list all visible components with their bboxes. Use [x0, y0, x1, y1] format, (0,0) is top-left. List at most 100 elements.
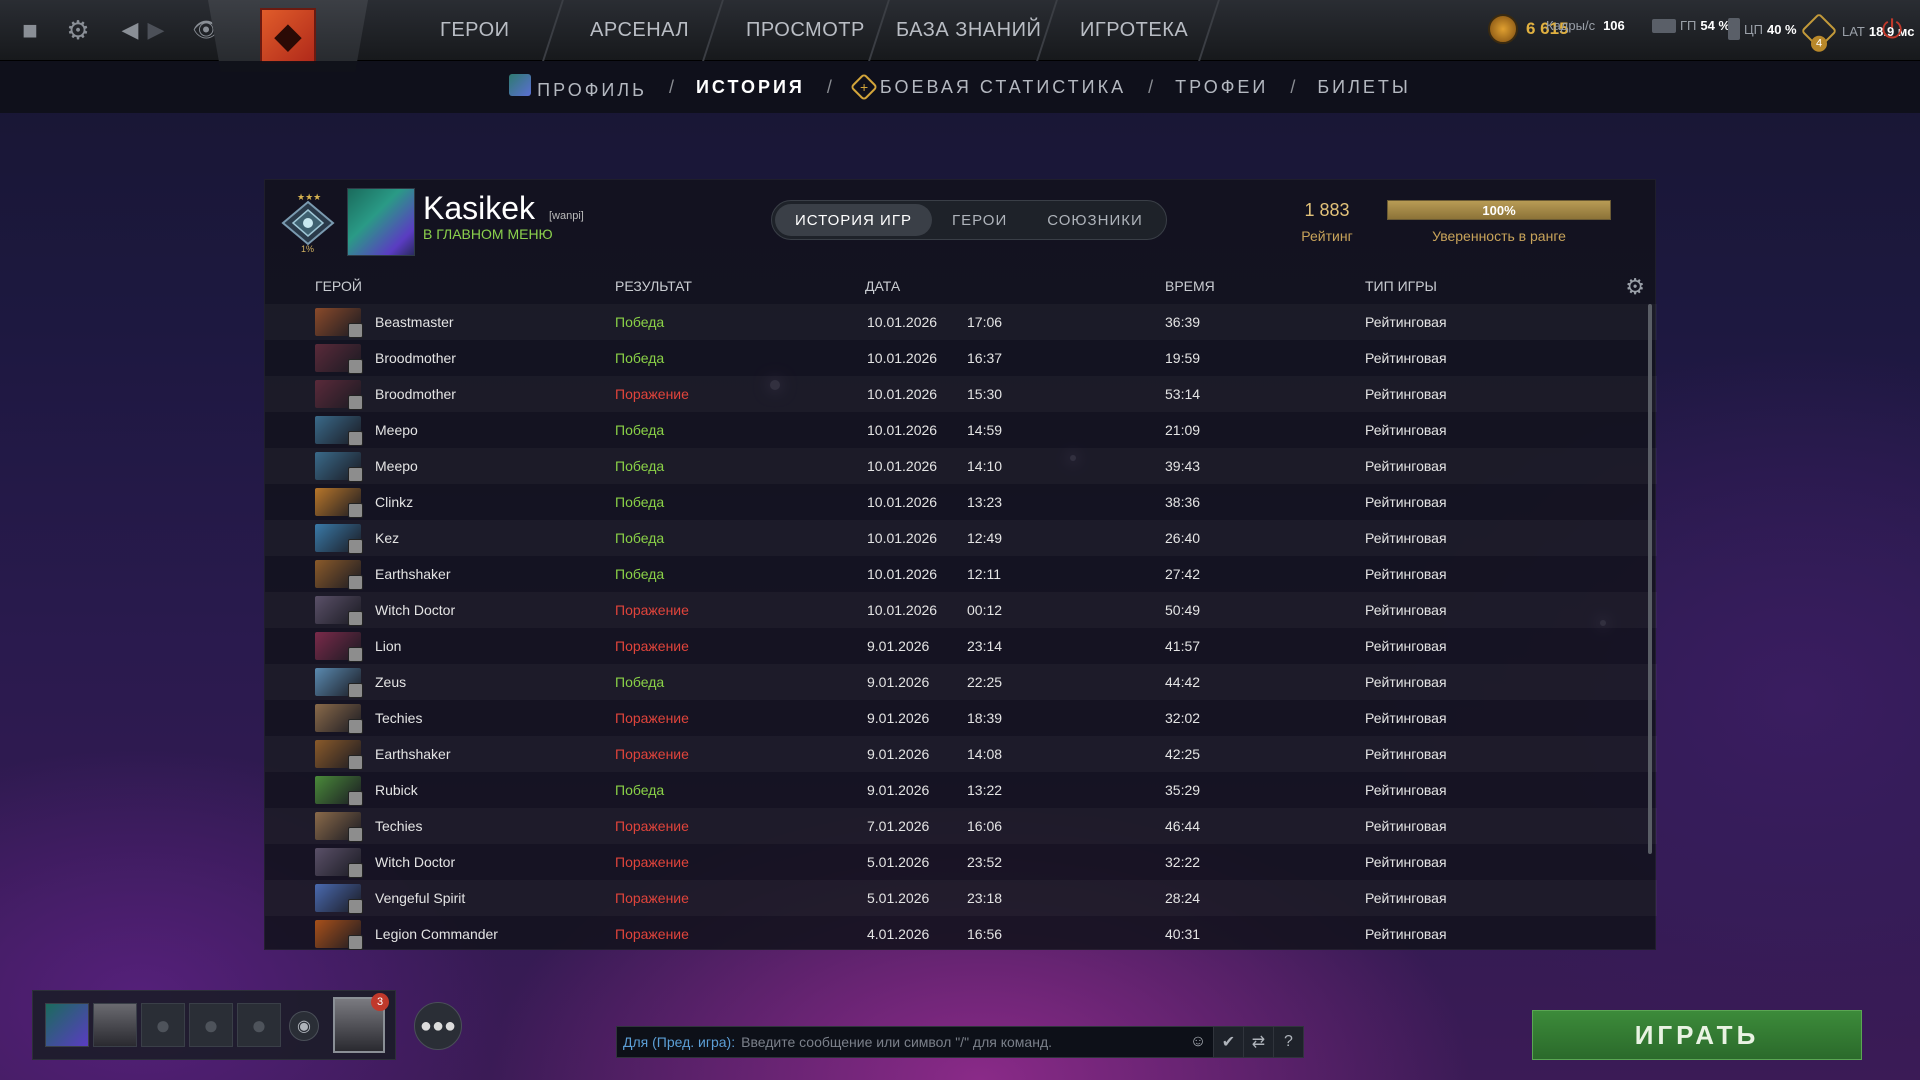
badge-shield-icon[interactable]: 4 — [1800, 12, 1838, 52]
friends-button[interactable]: ●●● — [414, 1002, 462, 1050]
subnav-profile-label: ПРОФИЛЬ — [537, 79, 647, 100]
nav-divider — [702, 0, 724, 61]
dota-logo-icon: ◆ — [260, 8, 316, 64]
party-invite-slot[interactable]: ● — [189, 1003, 233, 1047]
hero-name: Earthshaker — [375, 566, 451, 582]
friends-group-icon: ●●● — [419, 1014, 457, 1037]
badge-count: 4 — [1811, 35, 1827, 52]
nav-arsenal[interactable]: АРСЕНАЛ — [590, 0, 689, 61]
subnav-battle-stats[interactable]: + БОЕВАЯ СТАТИСТИКА — [849, 72, 1126, 102]
voice-headset-icon[interactable]: ◉ — [289, 1011, 319, 1041]
match-result: Победа — [615, 566, 665, 582]
coach-avatar[interactable]: 3 — [333, 993, 389, 1053]
table-row[interactable]: Techies Поражение 9.01.2026 18:39 32:02 Рейти… — [265, 700, 1657, 736]
hero-name: Lion — [375, 638, 402, 654]
tab-heroes[interactable]: ГЕРОИ — [932, 204, 1027, 236]
match-result: Победа — [615, 782, 665, 798]
header-date[interactable]: ДАТА — [865, 278, 900, 294]
subnav-history[interactable]: ИСТОРИЯ — [696, 77, 805, 98]
party-invite-slot[interactable]: ● — [237, 1003, 281, 1047]
table-row[interactable]: Legion Commander Поражение 4.01.2026 16:56 4… — [265, 916, 1657, 952]
nav-arcade[interactable]: ИГРОТЕКА — [1080, 0, 1188, 61]
match-date: 7.01.2026 — [867, 818, 930, 834]
chat-input[interactable]: Введите сообщение или символ "/" для ком… — [741, 1034, 1183, 1050]
shards-coin-icon — [1488, 14, 1518, 44]
role-badge-icon — [348, 611, 363, 626]
hero-name: Zeus — [375, 674, 407, 690]
play-button[interactable]: ИГРАТЬ — [1532, 1010, 1862, 1060]
table-row[interactable]: Meepo Победа 10.01.2026 14:59 21:09 Рейтингов… — [265, 412, 1657, 448]
match-duration: 50:49 — [1165, 602, 1201, 618]
table-row[interactable]: Earthshaker Поражение 9.01.2026 14:08 42:25 Р… — [265, 736, 1657, 772]
rank-confidence-value: 100% — [1482, 202, 1516, 218]
power-icon[interactable]: ⏻ — [1874, 12, 1910, 48]
table-row[interactable]: Broodmother Поражение 10.01.2026 15:30 53:14… — [265, 376, 1657, 412]
chat-translate-icon[interactable]: ⇄ — [1243, 1027, 1273, 1057]
table-row[interactable]: Zeus Победа 9.01.2026 22:25 44:42 Рейтинговая — [265, 664, 1657, 700]
emoji-icon[interactable]: ☺ — [1183, 1027, 1213, 1057]
subnav-trophies[interactable]: ТРОФЕИ — [1175, 77, 1268, 98]
hero-name: Kez — [375, 530, 400, 546]
party-self-avatar[interactable] — [45, 1003, 89, 1047]
role-badge-icon — [348, 755, 363, 770]
match-date: 10.01.2026 — [867, 386, 938, 402]
match-result: Поражение — [615, 818, 689, 834]
party-member-avatar[interactable] — [93, 1003, 137, 1047]
nav-watch[interactable]: ПРОСМОТР — [746, 0, 865, 61]
tab-match-history[interactable]: ИСТОРИЯ ИГР — [775, 204, 932, 236]
subnav-profile[interactable]: ПРОФИЛЬ — [509, 73, 647, 101]
match-start-time: 13:23 — [967, 494, 1003, 510]
match-duration: 32:02 — [1165, 710, 1201, 726]
nav-knowledge-base[interactable]: БАЗА ЗНАНИЙ — [896, 0, 1041, 61]
table-row[interactable]: Lion Поражение 9.01.2026 23:14 41:57 Рейтинго… — [265, 628, 1657, 664]
profile-hero-avatar[interactable] — [347, 188, 415, 256]
table-row[interactable]: Vengeful Spirit Поражение 5.01.2026 23:18 28… — [265, 880, 1657, 916]
table-row[interactable]: Rubick Победа 9.01.2026 13:22 35:29 Рейтингов… — [265, 772, 1657, 808]
table-row[interactable]: Techies Поражение 7.01.2026 16:06 46:44 Рейти… — [265, 808, 1657, 844]
subnav-separator: / — [668, 76, 674, 97]
match-list-scrollbar[interactable] — [1648, 304, 1652, 854]
table-row[interactable]: Meepo Победа 10.01.2026 14:10 39:43 Рейтингов… — [265, 448, 1657, 484]
hero-name: Techies — [375, 710, 423, 726]
match-date: 10.01.2026 — [867, 458, 938, 474]
chat-send-check-icon[interactable]: ✔ — [1213, 1027, 1243, 1057]
tab-allies[interactable]: СОЮЗНИКИ — [1027, 204, 1163, 236]
forward-arrow-icon[interactable]: ▶ — [138, 12, 174, 48]
dota-menu-icon[interactable]: ■ — [12, 12, 48, 48]
hero-portrait-icon — [315, 704, 363, 734]
table-row[interactable]: Broodmother Победа 10.01.2026 16:37 19:59 Рей… — [265, 340, 1657, 376]
user-team-tag: [wanpi] — [549, 210, 584, 222]
match-duration: 35:29 — [1165, 782, 1201, 798]
header-duration[interactable]: ВРЕМЯ — [1165, 278, 1215, 294]
table-row[interactable]: Kez Победа 10.01.2026 12:49 26:40 Рейтинговая — [265, 520, 1657, 556]
match-start-time: 14:59 — [967, 422, 1003, 438]
match-start-time: 23:18 — [967, 890, 1003, 906]
table-row[interactable]: Witch Doctor Поражение 10.01.2026 00:12 50:4… — [265, 592, 1657, 628]
header-game-type[interactable]: ТИП ИГРЫ — [1365, 278, 1437, 294]
chat-help-icon[interactable]: ? — [1273, 1027, 1303, 1057]
nav-divider — [868, 0, 890, 61]
match-game-type: Рейтинговая — [1365, 926, 1447, 942]
table-row[interactable]: Earthshaker Победа 10.01.2026 12:11 27:42 Рей… — [265, 556, 1657, 592]
match-duration: 21:09 — [1165, 422, 1201, 438]
table-row[interactable]: Beastmaster Победа 10.01.2026 17:06 36:39 Рей… — [265, 304, 1657, 340]
hero-portrait-icon — [315, 596, 363, 626]
table-row[interactable]: Witch Doctor Поражение 5.01.2026 23:52 32:22… — [265, 844, 1657, 880]
match-game-type: Рейтинговая — [1365, 602, 1447, 618]
header-hero[interactable]: ГЕРОЙ — [315, 278, 362, 294]
cpu-icon — [1728, 18, 1740, 40]
match-result: Победа — [615, 494, 665, 510]
table-row[interactable]: Clinkz Победа 10.01.2026 13:23 38:36 Рейтинго… — [265, 484, 1657, 520]
table-settings-gear-icon[interactable]: ⚙ — [1625, 274, 1645, 300]
party-invite-slot[interactable]: ● — [141, 1003, 185, 1047]
nav-heroes[interactable]: ГЕРОИ — [440, 0, 510, 61]
match-game-type: Рейтинговая — [1365, 530, 1447, 546]
rating-label: Рейтинг — [1301, 228, 1353, 244]
chat-channel-label[interactable]: Для (Пред. игра): — [623, 1034, 735, 1050]
match-duration: 42:25 — [1165, 746, 1201, 762]
subnav-tickets[interactable]: БИЛЕТЫ — [1317, 77, 1411, 98]
header-result[interactable]: РЕЗУЛЬТАТ — [615, 278, 692, 294]
gpu-readout: ГП 54 % — [1652, 18, 1730, 33]
match-result: Победа — [615, 674, 665, 690]
settings-gear-icon[interactable]: ⚙ — [60, 12, 96, 48]
